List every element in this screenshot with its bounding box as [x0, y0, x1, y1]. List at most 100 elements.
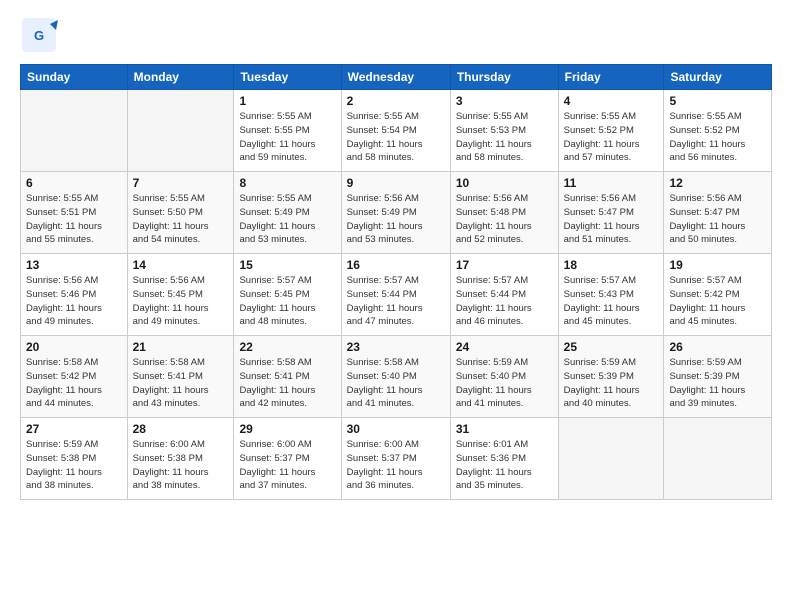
week-row-2: 6 Sunrise: 5:55 AM Sunset: 5:51 PM Daylig… [21, 172, 772, 254]
day-info: Sunrise: 5:58 AM Sunset: 5:41 PM Dayligh… [133, 356, 229, 411]
day-number: 31 [456, 422, 553, 436]
day-cell: 1 Sunrise: 5:55 AM Sunset: 5:55 PM Daylig… [234, 90, 341, 172]
day-info: Sunrise: 5:57 AM Sunset: 5:44 PM Dayligh… [347, 274, 445, 329]
day-cell: 5 Sunrise: 5:55 AM Sunset: 5:52 PM Daylig… [664, 90, 772, 172]
day-cell: 10 Sunrise: 5:56 AM Sunset: 5:48 PM Dayli… [450, 172, 558, 254]
day-cell: 27Sunrise: 5:59 AM Sunset: 5:38 PM Dayli… [21, 418, 128, 500]
day-cell: 12 Sunrise: 5:56 AM Sunset: 5:47 PM Dayli… [664, 172, 772, 254]
week-row-1: 1 Sunrise: 5:55 AM Sunset: 5:55 PM Daylig… [21, 90, 772, 172]
day-number: 28 [133, 422, 229, 436]
day-cell: 18 Sunrise: 5:57 AM Sunset: 5:43 PM Dayli… [558, 254, 664, 336]
page: G SundayMondayTuesdayWednesdayThursdayFr… [0, 0, 792, 612]
day-cell: 26 Sunrise: 5:59 AM Sunset: 5:39 PM Dayli… [664, 336, 772, 418]
day-info: Sunrise: 6:00 AM Sunset: 5:37 PM Dayligh… [347, 438, 445, 493]
day-number: 26 [669, 340, 766, 354]
day-info: Sunrise: 5:56 AM Sunset: 5:48 PM Dayligh… [456, 192, 553, 247]
day-number: 14 [133, 258, 229, 272]
day-cell: 22 Sunrise: 5:58 AM Sunset: 5:41 PM Dayli… [234, 336, 341, 418]
day-number: 21 [133, 340, 229, 354]
day-cell: 24 Sunrise: 5:59 AM Sunset: 5:40 PM Dayli… [450, 336, 558, 418]
day-info: Sunrise: 5:57 AM Sunset: 5:43 PM Dayligh… [564, 274, 659, 329]
day-info: Sunrise: 5:55 AM Sunset: 5:51 PM Dayligh… [26, 192, 122, 247]
day-cell [21, 90, 128, 172]
day-number: 10 [456, 176, 553, 190]
day-number: 22 [239, 340, 335, 354]
day-info: Sunrise: 5:57 AM Sunset: 5:44 PM Dayligh… [456, 274, 553, 329]
day-cell: 8 Sunrise: 5:55 AM Sunset: 5:49 PM Daylig… [234, 172, 341, 254]
day-cell: 31 Sunrise: 6:01 AM Sunset: 5:36 PM Dayli… [450, 418, 558, 500]
day-number: 5 [669, 94, 766, 108]
week-row-3: 13Sunrise: 5:56 AM Sunset: 5:46 PM Dayli… [21, 254, 772, 336]
day-cell: 20 Sunrise: 5:58 AM Sunset: 5:42 PM Dayli… [21, 336, 128, 418]
weekday-thursday: Thursday [450, 65, 558, 90]
day-cell: 14 Sunrise: 5:56 AM Sunset: 5:45 PM Dayli… [127, 254, 234, 336]
day-number: 30 [347, 422, 445, 436]
weekday-monday: Monday [127, 65, 234, 90]
day-info: Sunrise: 5:57 AM Sunset: 5:45 PM Dayligh… [239, 274, 335, 329]
day-info: Sunrise: 5:56 AM Sunset: 5:47 PM Dayligh… [564, 192, 659, 247]
day-info: Sunrise: 5:58 AM Sunset: 5:42 PM Dayligh… [26, 356, 122, 411]
day-info: Sunrise: 5:55 AM Sunset: 5:54 PM Dayligh… [347, 110, 445, 165]
day-number: 4 [564, 94, 659, 108]
weekday-sunday: Sunday [21, 65, 128, 90]
day-cell: 15Sunrise: 5:57 AM Sunset: 5:45 PM Dayli… [234, 254, 341, 336]
day-cell: 28 Sunrise: 6:00 AM Sunset: 5:38 PM Dayli… [127, 418, 234, 500]
day-info: Sunrise: 5:59 AM Sunset: 5:39 PM Dayligh… [669, 356, 766, 411]
day-number: 11 [564, 176, 659, 190]
day-info: Sunrise: 5:55 AM Sunset: 5:55 PM Dayligh… [239, 110, 335, 165]
svg-text:G: G [34, 28, 44, 43]
week-row-5: 27Sunrise: 5:59 AM Sunset: 5:38 PM Dayli… [21, 418, 772, 500]
day-cell: 6 Sunrise: 5:55 AM Sunset: 5:51 PM Daylig… [21, 172, 128, 254]
day-number: 16 [347, 258, 445, 272]
day-number: 8 [239, 176, 335, 190]
weekday-header-row: SundayMondayTuesdayWednesdayThursdayFrid… [21, 65, 772, 90]
week-row-4: 20 Sunrise: 5:58 AM Sunset: 5:42 PM Dayli… [21, 336, 772, 418]
day-info: Sunrise: 5:59 AM Sunset: 5:39 PM Dayligh… [564, 356, 659, 411]
day-info: Sunrise: 5:56 AM Sunset: 5:45 PM Dayligh… [133, 274, 229, 329]
day-number: 25 [564, 340, 659, 354]
day-cell: 29Sunrise: 6:00 AM Sunset: 5:37 PM Dayli… [234, 418, 341, 500]
day-info: Sunrise: 5:57 AM Sunset: 5:42 PM Dayligh… [669, 274, 766, 329]
logo: G [20, 16, 60, 54]
day-info: Sunrise: 5:55 AM Sunset: 5:52 PM Dayligh… [564, 110, 659, 165]
day-cell: 16 Sunrise: 5:57 AM Sunset: 5:44 PM Dayli… [341, 254, 450, 336]
day-info: Sunrise: 5:59 AM Sunset: 5:40 PM Dayligh… [456, 356, 553, 411]
day-number: 17 [456, 258, 553, 272]
day-cell [558, 418, 664, 500]
day-number: 20 [26, 340, 122, 354]
day-number: 7 [133, 176, 229, 190]
day-cell: 17 Sunrise: 5:57 AM Sunset: 5:44 PM Dayli… [450, 254, 558, 336]
day-number: 24 [456, 340, 553, 354]
day-info: Sunrise: 5:56 AM Sunset: 5:47 PM Dayligh… [669, 192, 766, 247]
day-cell: 2Sunrise: 5:55 AM Sunset: 5:54 PM Daylig… [341, 90, 450, 172]
day-number: 12 [669, 176, 766, 190]
day-info: Sunrise: 5:56 AM Sunset: 5:46 PM Dayligh… [26, 274, 122, 329]
day-number: 1 [239, 94, 335, 108]
day-number: 18 [564, 258, 659, 272]
day-info: Sunrise: 5:58 AM Sunset: 5:41 PM Dayligh… [239, 356, 335, 411]
day-cell: 23 Sunrise: 5:58 AM Sunset: 5:40 PM Dayli… [341, 336, 450, 418]
weekday-tuesday: Tuesday [234, 65, 341, 90]
day-info: Sunrise: 6:00 AM Sunset: 5:37 PM Dayligh… [239, 438, 335, 493]
logo-icon: G [20, 16, 58, 54]
day-info: Sunrise: 5:55 AM Sunset: 5:53 PM Dayligh… [456, 110, 553, 165]
day-info: Sunrise: 5:55 AM Sunset: 5:52 PM Dayligh… [669, 110, 766, 165]
day-info: Sunrise: 6:01 AM Sunset: 5:36 PM Dayligh… [456, 438, 553, 493]
calendar: SundayMondayTuesdayWednesdayThursdayFrid… [20, 64, 772, 500]
day-number: 23 [347, 340, 445, 354]
day-info: Sunrise: 5:55 AM Sunset: 5:49 PM Dayligh… [239, 192, 335, 247]
day-number: 19 [669, 258, 766, 272]
weekday-saturday: Saturday [664, 65, 772, 90]
day-number: 9 [347, 176, 445, 190]
day-info: Sunrise: 5:59 AM Sunset: 5:38 PM Dayligh… [26, 438, 122, 493]
day-number: 6 [26, 176, 122, 190]
day-info: Sunrise: 5:58 AM Sunset: 5:40 PM Dayligh… [347, 356, 445, 411]
day-cell: 3 Sunrise: 5:55 AM Sunset: 5:53 PM Daylig… [450, 90, 558, 172]
day-cell: 21 Sunrise: 5:58 AM Sunset: 5:41 PM Dayli… [127, 336, 234, 418]
header: G [20, 16, 772, 54]
day-number: 3 [456, 94, 553, 108]
day-info: Sunrise: 6:00 AM Sunset: 5:38 PM Dayligh… [133, 438, 229, 493]
day-cell [127, 90, 234, 172]
day-cell: 7Sunrise: 5:55 AM Sunset: 5:50 PM Daylig… [127, 172, 234, 254]
day-info: Sunrise: 5:56 AM Sunset: 5:49 PM Dayligh… [347, 192, 445, 247]
